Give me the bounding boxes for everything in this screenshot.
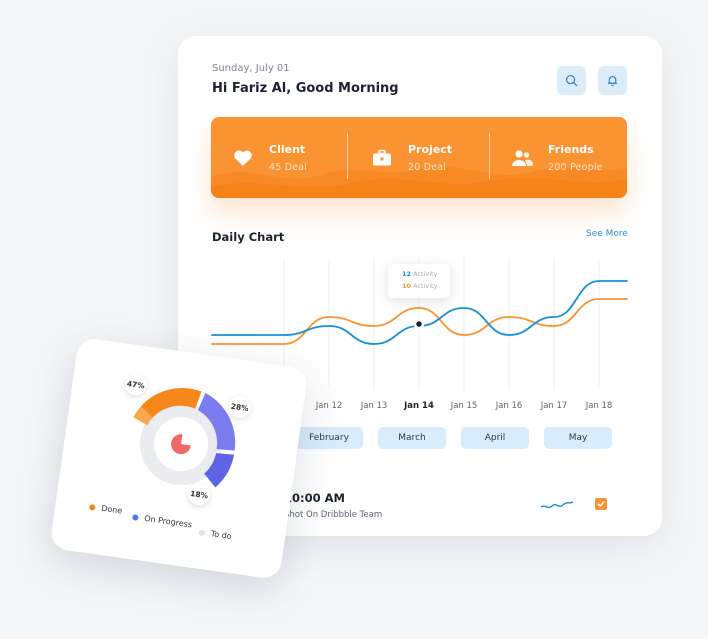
check-icon [597,501,605,507]
greeting-title: Hi Fariz Al, Good Morning [212,81,399,96]
month-pill-february[interactable]: February [295,427,363,449]
task-sparkline [540,501,574,509]
search-button[interactable] [557,66,586,95]
stat-value: 20 Deal [408,161,447,173]
briefcase-icon [370,146,394,170]
x-tick-label: Jan 18 [585,401,613,411]
x-tick-label: Jan 14 [403,401,434,411]
task-checkbox[interactable] [595,498,607,510]
x-tick-label: Jan 16 [495,401,523,411]
x-tick-label: Jan 17 [540,401,568,411]
x-tick-label: Jan 15 [450,401,478,411]
bell-icon [607,76,618,87]
stat-divider [489,133,490,179]
stat-project[interactable]: Project 20 Deal [370,117,452,198]
stats-panel: Client 45 Deal Project 20 Deal Friends 2… [211,117,627,198]
legend-dot-to-do [198,529,206,536]
x-tick-label: Jan 12 [315,401,343,411]
heart-icon [231,146,255,170]
stat-friends[interactable]: Friends 200 People [510,117,603,198]
date-label: Sunday, July 01 [212,63,290,74]
chart-title: Daily Chart [212,230,285,244]
legend-dot-done [89,503,96,511]
legend-dot-on-progress [132,513,139,521]
chart-active-point[interactable] [413,318,425,330]
stat-label: Friends [548,142,594,156]
progress-donut-chart [133,388,236,488]
stat-client[interactable]: Client 45 Deal [231,117,307,198]
see-more-link[interactable]: See More [586,229,628,239]
task-time: 10:00 AM [284,491,345,505]
stat-label: Client [269,142,306,156]
tooltip-orange-value: 10 [402,282,412,290]
users-icon [510,146,534,170]
stat-divider [347,133,348,179]
month-pill-may[interactable]: May [544,427,612,449]
tooltip-blue-value: 12 [402,270,412,278]
month-pill-march[interactable]: March [378,427,446,449]
x-tick-label: Jan 13 [360,401,388,411]
tooltip-orange-label: Activity [413,282,438,290]
stat-label: Project [408,142,453,156]
stat-value: 200 People [548,161,603,173]
tooltip-blue-label: Activity [413,270,438,278]
search-icon [565,74,578,87]
progress-donut-card: 47% 28% 18% Done On Progress To do [49,336,309,581]
notification-button[interactable] [598,66,627,95]
chart-tooltip: 12 Activity 10 Activity [388,264,450,298]
month-pill-april[interactable]: April [461,427,529,449]
task-title: Shot On Dribbble Team [284,510,383,520]
stat-value: 45 Deal [269,161,308,173]
